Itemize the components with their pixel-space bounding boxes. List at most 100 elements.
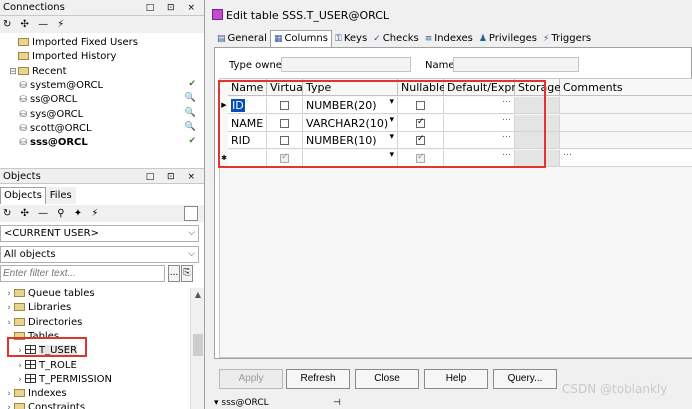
filter-input[interactable] <box>0 265 165 282</box>
tab-keys[interactable]: ⚿ Keys <box>332 31 370 48</box>
status-session: sss@ORCL <box>221 398 269 408</box>
expand-icon[interactable]: › <box>4 387 14 401</box>
search-icon: 🔍 <box>184 107 196 118</box>
tree-item-label: Queue tables <box>28 288 95 299</box>
comments-cell[interactable] <box>560 114 692 132</box>
search-icon: 🔍 <box>184 121 196 132</box>
expand-icon[interactable]: › <box>4 401 14 409</box>
tab-icon: ≡ <box>424 34 433 44</box>
apply-button[interactable]: Apply <box>219 369 283 389</box>
tab-icon: ▦ <box>273 34 283 44</box>
tab-triggers[interactable]: ⚡ Triggers <box>540 31 594 48</box>
database-connection-icon: ⛁ <box>19 95 27 106</box>
tab-icon: ✓ <box>373 34 381 44</box>
type-owner-field[interactable] <box>281 57 411 72</box>
objects-panel-controls[interactable]: □ ⊡ × <box>146 169 200 185</box>
connection-tree-item[interactable]: ⛁ sys@ORCL <box>18 108 83 122</box>
objects-title: Objects <box>3 171 41 182</box>
connection-tree-item[interactable]: Imported Fixed Users <box>8 36 138 50</box>
tab-label: Columns <box>284 33 328 44</box>
filter-options-button[interactable]: ... <box>168 265 180 282</box>
comments-cell[interactable] <box>560 132 692 149</box>
help-button[interactable]: Help <box>424 369 488 389</box>
connection-label: scott@ORCL <box>30 122 92 134</box>
connection-tree-item[interactable]: ⛁ scott@ORCL <box>18 122 92 136</box>
tab-label: Privileges <box>488 33 538 44</box>
folder-icon <box>14 289 25 297</box>
expand-icon[interactable]: › <box>15 373 25 387</box>
connection-tree-item[interactable]: ⛁ sss@ORCL <box>18 136 88 150</box>
tab-label: General <box>227 33 267 44</box>
connection-tree-item[interactable]: ⛁ ss@ORCL <box>18 93 77 107</box>
object-folder-item[interactable]: › Libraries <box>4 301 71 315</box>
window-title-bar: Edit table SSS.T_USER@ORCL <box>206 7 692 24</box>
connections-title: Connections <box>3 2 65 13</box>
scrollbar-thumb[interactable] <box>193 334 203 356</box>
tab-objects[interactable]: Objects <box>0 187 46 204</box>
table-tree-item[interactable]: › T_ROLE <box>15 359 77 373</box>
filter-copy-button[interactable]: ⎘ <box>181 265 193 282</box>
current-user-value: <CURRENT USER> <box>4 228 99 239</box>
object-folder-item[interactable]: › Constraints <box>4 401 85 409</box>
expand-icon[interactable]: › <box>4 316 14 330</box>
connections-panel-controls[interactable]: □ ⊡ × <box>146 0 200 16</box>
tab-indexes[interactable]: ≡ Indexes <box>422 31 476 48</box>
object-folder-item[interactable]: › Indexes <box>4 387 66 401</box>
app-icon <box>212 9 223 20</box>
name-label: Name <box>425 60 455 71</box>
connected-status-icon: ✔ <box>188 136 196 147</box>
expand-icon[interactable]: › <box>4 301 14 315</box>
connection-label: sys@ORCL <box>30 108 84 120</box>
objects-scope-combo[interactable]: All objects ⌵ <box>0 246 199 263</box>
tree-item-label: Libraries <box>28 302 72 314</box>
connection-tree-item[interactable]: Imported History <box>8 50 116 64</box>
chevron-down-icon: ⌵ <box>188 228 195 238</box>
ellipsis-icon[interactable]: … <box>563 150 572 162</box>
connected-status-icon: ✔ <box>188 78 196 89</box>
tree-item-label: Directories <box>28 316 83 328</box>
scroll-up-icon[interactable]: ▲ <box>191 288 205 301</box>
refresh-button[interactable]: Refresh <box>286 369 350 389</box>
connection-label: Recent <box>32 65 67 77</box>
connections-toolbar[interactable]: ↻ ✣ — ⚡ <box>0 16 204 33</box>
watermark: CSDN @toblankly <box>562 382 668 396</box>
connection-label: system@ORCL <box>30 79 104 91</box>
close-button[interactable]: Close <box>355 369 419 389</box>
table-icon <box>25 373 36 383</box>
tab-files[interactable]: Files <box>45 187 76 204</box>
type-name-field[interactable] <box>453 57 579 72</box>
folder-icon <box>18 52 29 61</box>
annotation-highlight-t-user <box>7 337 87 357</box>
tab-columns[interactable]: ▦ Columns <box>269 30 332 47</box>
search-icon: 🔍 <box>184 93 196 104</box>
tab-checks[interactable]: ✓ Checks <box>370 31 422 48</box>
expand-icon[interactable]: › <box>4 287 14 301</box>
objects-toolbar-icons[interactable]: ↻ ✣ — ⚲ ✦ ⚡ <box>3 208 101 219</box>
comments-cell[interactable] <box>560 97 692 114</box>
tab-privileges[interactable]: ♟ Privileges <box>476 31 540 48</box>
collapse-icon[interactable]: ⊟ <box>8 65 18 79</box>
window-title: Edit table SSS.T_USER@ORCL <box>226 9 390 22</box>
connection-tree-item[interactable]: ⛁ system@ORCL <box>18 79 103 93</box>
expand-icon[interactable]: › <box>15 359 25 373</box>
tab-icon: ▤ <box>217 34 226 44</box>
table-icon <box>25 359 36 369</box>
object-folder-item[interactable]: › Queue tables <box>4 287 95 301</box>
status-bar: ▾ sss@ORCL ⊣ <box>206 397 692 409</box>
tab-icon: ⚿ <box>334 34 342 44</box>
database-connection-icon: ⛁ <box>19 138 27 149</box>
status-dropdown-icon[interactable]: ▾ <box>214 398 219 408</box>
query-button[interactable]: Query... <box>493 369 557 389</box>
objects-scrollbar[interactable]: ▲ <box>190 288 204 409</box>
comments-cell[interactable]: … <box>560 149 692 167</box>
column-header[interactable]: Comments <box>560 79 692 96</box>
table-tree-item[interactable]: › T_PERMISSION <box>15 373 112 387</box>
tab-general[interactable]: ▤ General <box>214 31 270 48</box>
folder-icon <box>14 389 25 398</box>
folder-icon <box>18 66 29 75</box>
connection-tree-item[interactable]: ⊟ Recent <box>8 65 67 79</box>
pin-icon[interactable]: ⊣ <box>333 397 341 409</box>
object-folder-item[interactable]: › Directories <box>4 316 82 330</box>
objects-toolbar-box-button[interactable] <box>184 206 198 221</box>
current-user-combo[interactable]: <CURRENT USER> ⌵ <box>0 225 199 242</box>
